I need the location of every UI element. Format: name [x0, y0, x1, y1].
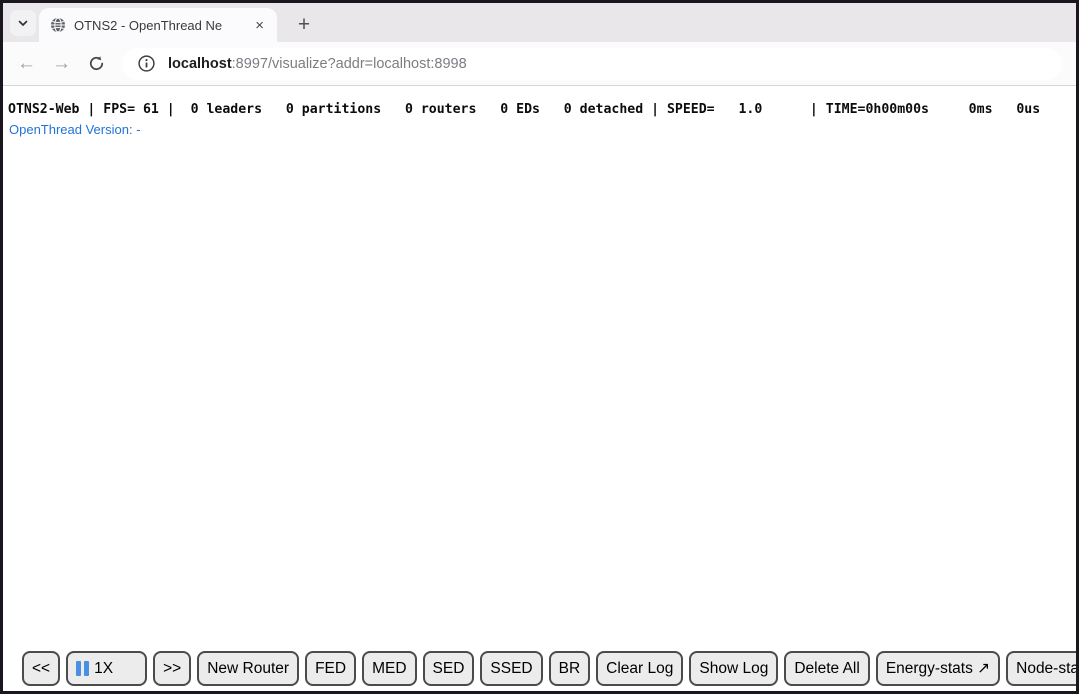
show-log-button[interactable]: Show Log	[689, 651, 778, 686]
new-tab-button[interactable]: +	[290, 10, 318, 38]
button-label: FED	[315, 660, 346, 678]
button-label: SSED	[490, 660, 532, 678]
browser-window: OTNS2 - OpenThread Ne × + ← →	[3, 3, 1076, 691]
globe-favicon-icon	[50, 17, 66, 33]
new-router-button[interactable]: New Router	[197, 651, 299, 686]
button-label: MED	[372, 660, 406, 678]
site-info-icon[interactable]	[130, 48, 162, 80]
node-stats-button[interactable]: Node-stats ↗	[1006, 651, 1076, 686]
button-label: Node-stats ↗	[1016, 659, 1076, 678]
button-label: <<	[32, 660, 50, 678]
button-label: BR	[559, 660, 581, 678]
pause-icon	[76, 661, 89, 676]
button-label: 1X	[94, 660, 113, 678]
step-forward-button[interactable]: >>	[153, 651, 191, 686]
back-icon[interactable]: ←	[9, 47, 44, 81]
br-button[interactable]: BR	[549, 651, 591, 686]
tab-search-button[interactable]	[10, 10, 36, 36]
clear-log-button[interactable]: Clear Log	[596, 651, 683, 686]
browser-tab[interactable]: OTNS2 - OpenThread Ne ×	[39, 8, 277, 42]
button-label: SED	[433, 660, 465, 678]
url-host: localhost	[168, 56, 232, 72]
step-back-button[interactable]: <<	[22, 651, 60, 686]
url-path: :8997/visualize?addr=localhost:8998	[232, 56, 467, 72]
ssed-button[interactable]: SSED	[480, 651, 542, 686]
button-label: Energy-stats ↗	[886, 659, 990, 678]
tab-strip: OTNS2 - OpenThread Ne × +	[3, 3, 1076, 42]
browser-toolbar: ← → localhost:8997/visualize?addr=localh…	[3, 42, 1076, 86]
forward-icon[interactable]: →	[44, 47, 79, 81]
sed-button[interactable]: SED	[423, 651, 475, 686]
screenshot-frame: OTNS2 - OpenThread Ne × + ← →	[0, 0, 1079, 694]
page-content: OTNS2-Web | FPS= 61 | 0 leaders 0 partit…	[3, 86, 1076, 691]
fed-button[interactable]: FED	[305, 651, 356, 686]
reload-icon[interactable]	[79, 47, 114, 81]
tab-title: OTNS2 - OpenThread Ne	[74, 18, 251, 33]
address-bar[interactable]: localhost:8997/visualize?addr=localhost:…	[122, 48, 1062, 80]
button-label: Delete All	[794, 660, 859, 678]
delete-all-button[interactable]: Delete All	[784, 651, 869, 686]
button-label: New Router	[207, 660, 289, 678]
tab-close-icon[interactable]: ×	[251, 16, 268, 35]
button-label: >>	[163, 660, 181, 678]
url-text: localhost:8997/visualize?addr=localhost:…	[168, 56, 467, 72]
chevron-down-icon	[17, 17, 29, 29]
button-label: Clear Log	[606, 660, 673, 678]
button-label: Show Log	[699, 660, 768, 678]
energy-stats-button[interactable]: Energy-stats ↗	[876, 651, 1000, 686]
pause-speed-button[interactable]: 1X	[66, 651, 147, 686]
med-button[interactable]: MED	[362, 651, 416, 686]
simulator-status-bar: OTNS2-Web | FPS= 61 | 0 leaders 0 partit…	[3, 86, 1076, 117]
control-bar: << 1X >> New Router FED MED SED SSED BR Clear Log…	[22, 651, 1076, 686]
openthread-version-label: OpenThread Version: -	[9, 122, 1076, 137]
